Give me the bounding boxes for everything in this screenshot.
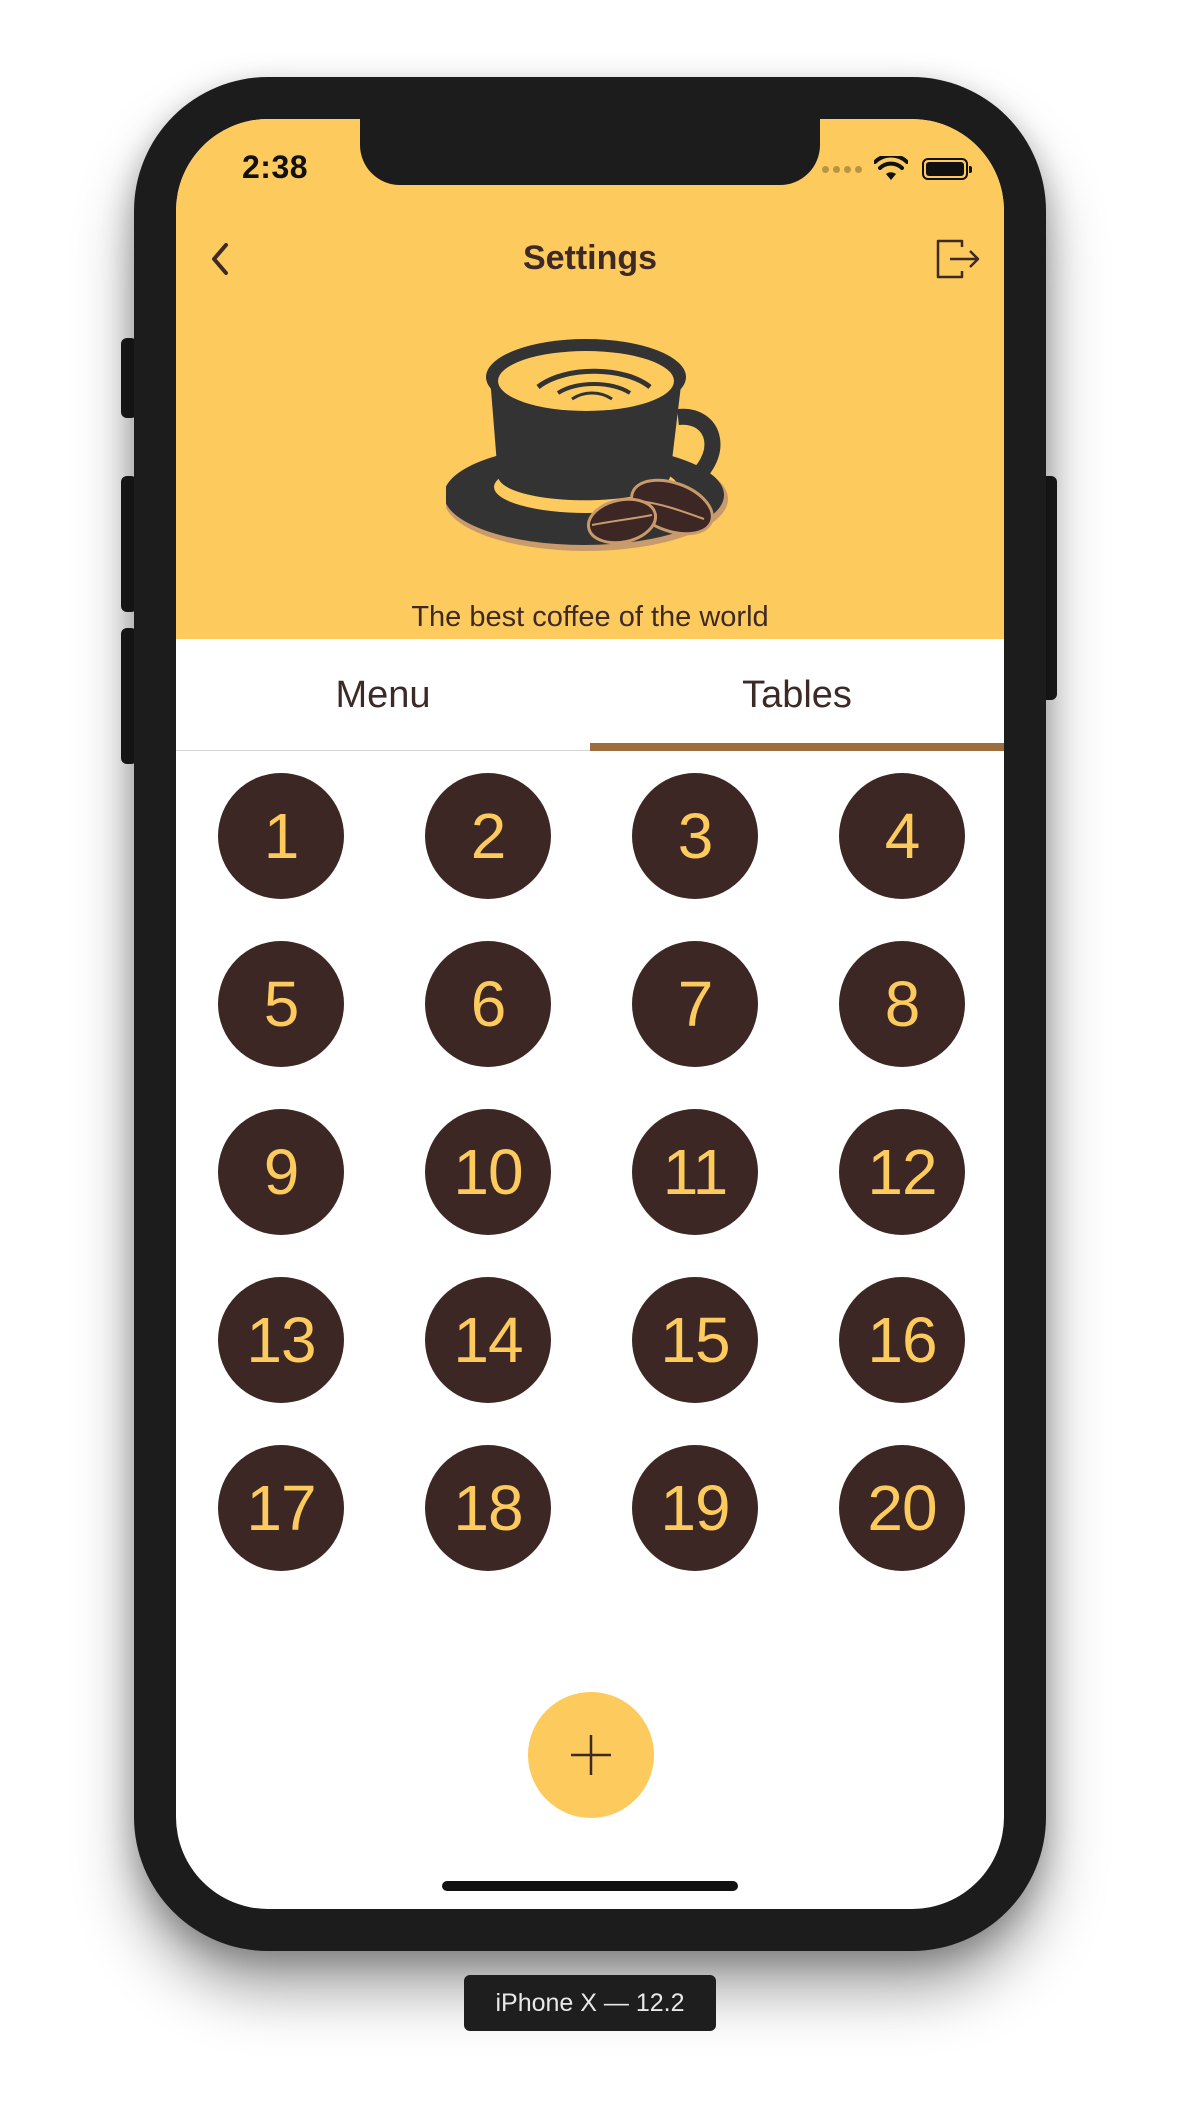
table-button[interactable]: 8 — [839, 941, 965, 1067]
signal-dots-icon — [818, 165, 862, 173]
table-button[interactable]: 17 — [218, 1445, 344, 1571]
table-button[interactable]: 5 — [218, 941, 344, 1067]
home-indicator — [442, 1881, 738, 1891]
table-button[interactable]: 1 — [218, 773, 344, 899]
table-button[interactable]: 19 — [632, 1445, 758, 1571]
logout-icon — [936, 239, 980, 279]
table-button[interactable]: 18 — [425, 1445, 551, 1571]
plus-icon — [571, 1735, 611, 1775]
table-button[interactable]: 16 — [839, 1277, 965, 1403]
tab-bar: Menu Tables — [176, 639, 1004, 751]
table-button[interactable]: 14 — [425, 1277, 551, 1403]
status-icons — [818, 155, 972, 183]
simulator-label: iPhone X — 12.2 — [464, 1975, 716, 2031]
wifi-icon — [874, 156, 908, 180]
table-button[interactable]: 2 — [425, 773, 551, 899]
table-button[interactable]: 20 — [839, 1445, 965, 1571]
device-frame: 2:38 Settings The best coffee of the wor… — [134, 77, 1046, 1951]
table-button[interactable]: 11 — [632, 1109, 758, 1235]
status-time: 2:38 — [242, 149, 309, 185]
notch — [360, 119, 820, 185]
table-button[interactable]: 3 — [632, 773, 758, 899]
header: 2:38 Settings The best coffee of the wor… — [176, 119, 1004, 639]
screen: 2:38 Settings The best coffee of the wor… — [176, 119, 1004, 1909]
table-button[interactable]: 9 — [218, 1109, 344, 1235]
tab-indicator — [590, 743, 1004, 751]
page-title: Settings — [522, 239, 658, 277]
table-button[interactable]: 12 — [839, 1109, 965, 1235]
battery-icon — [922, 158, 972, 180]
table-button[interactable]: 15 — [632, 1277, 758, 1403]
tagline: The best coffee of the world — [411, 601, 769, 633]
logout-button[interactable] — [932, 235, 984, 283]
table-button[interactable]: 10 — [425, 1109, 551, 1235]
table-button[interactable]: 13 — [218, 1277, 344, 1403]
table-button[interactable]: 6 — [425, 941, 551, 1067]
tab-menu[interactable]: Menu — [176, 639, 590, 751]
add-table-button[interactable] — [528, 1692, 654, 1818]
table-button[interactable]: 7 — [632, 941, 758, 1067]
coffee-cup-icon — [446, 339, 728, 551]
simulator-stage: 2:38 Settings The best coffee of the wor… — [0, 0, 1178, 2102]
table-button[interactable]: 4 — [839, 773, 965, 899]
tab-tables[interactable]: Tables — [590, 639, 1004, 751]
